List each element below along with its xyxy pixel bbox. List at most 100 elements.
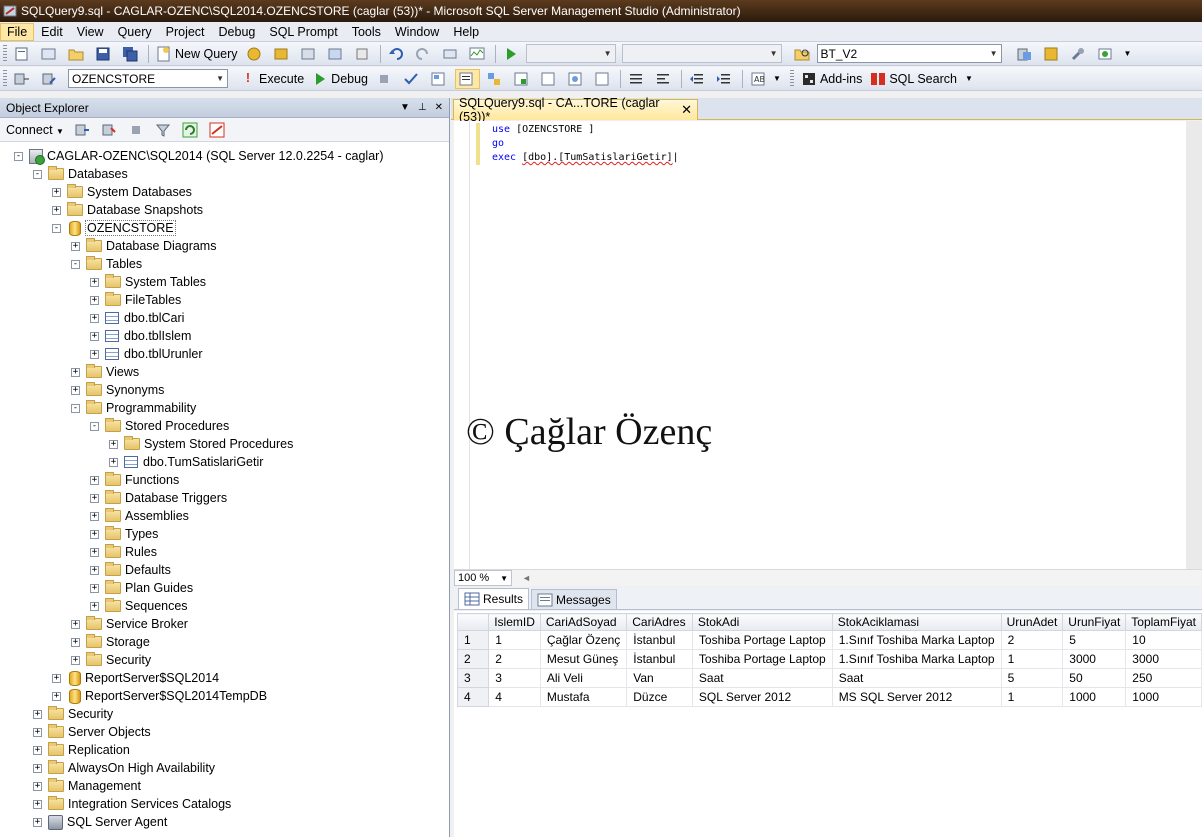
find-in-files-button[interactable] xyxy=(792,44,815,64)
grid-cell[interactable]: 2 xyxy=(1000,630,1064,650)
tree-node-system-tables[interactable]: + System Tables xyxy=(0,273,449,291)
editor-vertical-scrollbar[interactable] xyxy=(1186,121,1202,569)
expand-icon[interactable]: + xyxy=(52,673,61,683)
expand-icon[interactable]: + xyxy=(90,331,99,341)
change-connection-button[interactable] xyxy=(39,69,62,89)
tree-node-programmability[interactable]: - Programmability xyxy=(0,399,449,417)
expand-icon[interactable]: + xyxy=(71,367,80,377)
solution-config-combo[interactable]: ▼ xyxy=(525,44,616,63)
grid-cell[interactable]: 1 xyxy=(1000,687,1064,707)
find-combo[interactable]: BT_V2 ▼ xyxy=(816,44,1002,63)
grid-cell[interactable]: 3 xyxy=(488,668,541,688)
grid-cell[interactable]: 1 xyxy=(488,630,541,650)
expand-icon[interactable]: + xyxy=(90,565,99,575)
tab-results[interactable]: Results xyxy=(458,588,530,609)
oe-filter-button[interactable] xyxy=(153,120,176,140)
expand-icon[interactable]: + xyxy=(71,241,80,251)
grid-cell[interactable]: 1.Sınıf Toshiba Marka Laptop xyxy=(831,649,1002,669)
column-header-toplamfiyat[interactable]: ToplamFiyat xyxy=(1125,613,1202,631)
column-header-cariadres[interactable]: CariAdres xyxy=(626,613,693,631)
grid-cell[interactable]: 50 xyxy=(1062,668,1127,688)
menu-help[interactable]: Help xyxy=(446,23,486,41)
expand-icon[interactable]: + xyxy=(52,187,61,197)
oe-stop-button[interactable] xyxy=(126,120,149,140)
column-header-urunadet[interactable]: UrunAdet xyxy=(1000,613,1064,631)
tree-node-types[interactable]: + Types xyxy=(0,525,449,543)
expand-icon[interactable]: + xyxy=(90,583,99,593)
expand-icon[interactable]: + xyxy=(71,619,80,629)
grid-cell[interactable]: 4 xyxy=(488,687,541,707)
collapse-icon[interactable]: - xyxy=(71,403,80,413)
expand-icon[interactable]: + xyxy=(33,781,42,791)
tree-node-plan-guides[interactable]: + Plan Guides xyxy=(0,579,449,597)
oe-refresh-button[interactable] xyxy=(180,120,203,140)
tree-node-tables[interactable]: - Tables xyxy=(0,255,449,273)
tree-node-storage[interactable]: + Storage xyxy=(0,633,449,651)
menu-file[interactable]: File xyxy=(0,22,35,41)
analysis-dmx-query-button[interactable] xyxy=(298,44,321,64)
connect-dropdown[interactable]: Connect ▼ xyxy=(6,123,64,137)
tree-node-dbo-tblcari[interactable]: + dbo.tblCari xyxy=(0,309,449,327)
column-header-stokaciklamasi[interactable]: StokAciklamasi xyxy=(831,613,1002,631)
toolbox-button[interactable] xyxy=(1095,44,1118,64)
tree-node-synonyms[interactable]: + Synonyms xyxy=(0,381,449,399)
tree-node-security[interactable]: + Security xyxy=(0,705,449,723)
xmla-query-button[interactable] xyxy=(325,44,348,64)
tree-node-system-stored-procedures[interactable]: + System Stored Procedures xyxy=(0,435,449,453)
execute-button[interactable]: ! Execute xyxy=(238,69,306,89)
expand-icon[interactable]: + xyxy=(33,727,42,737)
collapse-icon[interactable]: - xyxy=(52,223,61,233)
grid-cell[interactable]: 1.Sınıf Toshiba Marka Laptop xyxy=(831,630,1002,650)
expand-icon[interactable]: + xyxy=(90,547,99,557)
expand-icon[interactable]: + xyxy=(33,709,42,719)
grid-cell[interactable]: Toshiba Portage Laptop xyxy=(691,649,833,669)
table-row[interactable]: 2 2 Mesut Güneş İstanbul Toshiba Portage Lap… xyxy=(456,649,1202,669)
tree-node-databases[interactable]: - Databases xyxy=(0,165,449,183)
grid-cell[interactable]: Ali Veli xyxy=(539,668,628,688)
grid-cell[interactable]: Düzce xyxy=(626,687,693,707)
column-header-urunfiyat[interactable]: UrunFiyat xyxy=(1062,613,1127,631)
menu-view[interactable]: View xyxy=(70,23,111,41)
query-editor[interactable]: use [OZENCSTORE ] go exec [dbo].[TumSati… xyxy=(454,121,1202,569)
grid-cell[interactable]: 3000 xyxy=(1062,649,1127,669)
menu-debug[interactable]: Debug xyxy=(212,23,263,41)
grid-cell[interactable]: İstanbul xyxy=(626,649,693,669)
tree-node-reportserver-sql2014[interactable]: + ReportServer$SQL2014 xyxy=(0,669,449,687)
tree-node-stored-procedures[interactable]: - Stored Procedures xyxy=(0,417,449,435)
tree-node-sql-server-agent[interactable]: + SQL Server Agent xyxy=(0,813,449,831)
comment-out-button[interactable] xyxy=(626,69,649,89)
grid-cell[interactable]: Toshiba Portage Laptop xyxy=(691,630,833,650)
grid-cell[interactable]: 1000 xyxy=(1125,687,1202,707)
grid-cell[interactable]: 1000 xyxy=(1062,687,1127,707)
tree-node-security[interactable]: + Security xyxy=(0,651,449,669)
toolbar-grip[interactable] xyxy=(3,69,7,88)
increase-indent-button[interactable] xyxy=(714,69,737,89)
expand-icon[interactable]: + xyxy=(71,385,80,395)
expand-icon[interactable]: + xyxy=(90,511,99,521)
grid-cell[interactable]: Saat xyxy=(691,668,833,688)
tree-node-management[interactable]: + Management xyxy=(0,777,449,795)
expand-icon[interactable]: + xyxy=(90,475,99,485)
collapse-icon[interactable]: - xyxy=(33,169,42,179)
expand-icon[interactable]: + xyxy=(33,799,42,809)
expand-icon[interactable]: + xyxy=(33,817,42,827)
collapse-icon[interactable]: - xyxy=(71,259,80,269)
add-item-button[interactable] xyxy=(39,44,62,64)
grid-cell[interactable]: Mustafa xyxy=(539,687,628,707)
expand-icon[interactable]: + xyxy=(90,295,99,305)
open-file-button[interactable] xyxy=(66,44,89,64)
row-number-cell[interactable]: 3 xyxy=(456,668,490,688)
tree-node-service-broker[interactable]: + Service Broker xyxy=(0,615,449,633)
menu-window[interactable]: Window xyxy=(388,23,446,41)
grid-cell[interactable]: Çağlar Özenç xyxy=(539,630,628,650)
tree-node-dbo-tumsatislarigetir[interactable]: + dbo.TumSatislariGetir xyxy=(0,453,449,471)
tab-sqlquery9[interactable]: SQLQuery9.sql - CA...TORE (caglar (53))*… xyxy=(453,96,698,124)
panel-menu-icon[interactable]: ▼ xyxy=(400,102,410,113)
row-number-cell[interactable]: 1 xyxy=(456,630,490,650)
toolbar-overflow-icon[interactable]: ▼ xyxy=(773,74,781,83)
undo-button[interactable] xyxy=(386,44,409,64)
tree-node-assemblies[interactable]: + Assemblies xyxy=(0,507,449,525)
expand-icon[interactable]: + xyxy=(33,745,42,755)
debug-button[interactable]: Debug xyxy=(310,69,370,89)
tree-node-dbo-tblurunler[interactable]: + dbo.tblUrunler xyxy=(0,345,449,363)
